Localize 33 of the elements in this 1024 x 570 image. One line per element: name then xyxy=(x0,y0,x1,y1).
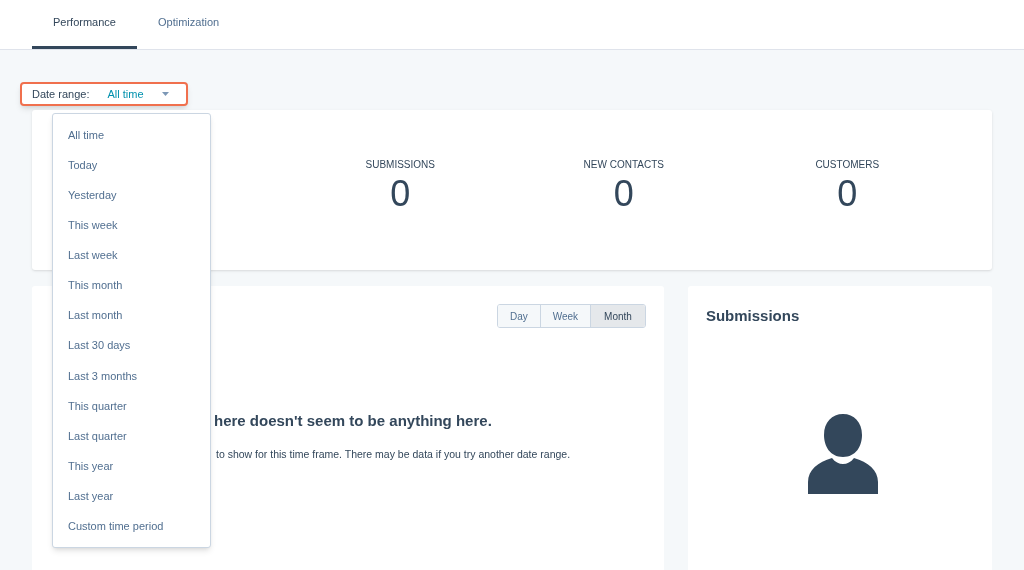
date-range-value: All time xyxy=(107,86,144,102)
caret-icon xyxy=(161,92,169,96)
date-range-label: Date range: xyxy=(32,86,90,102)
menu-item[interactable]: This year xyxy=(53,451,210,482)
menu-item[interactable]: Today xyxy=(53,150,210,181)
stat-value: 0 xyxy=(837,172,858,216)
menu-item[interactable]: This quarter xyxy=(53,390,210,421)
menu-item[interactable]: Yesterday xyxy=(53,180,210,211)
interval-button[interactable]: Day xyxy=(497,305,540,327)
person-icon xyxy=(807,413,878,494)
menu-item[interactable]: This week xyxy=(53,210,210,241)
menu-item[interactable]: This month xyxy=(53,270,210,301)
menu-item[interactable]: Last 3 months xyxy=(53,360,210,391)
stat-label: NEW CONTACTS xyxy=(583,158,664,172)
stat-value: 0 xyxy=(390,172,411,216)
menu-item[interactable]: Last 30 days xyxy=(53,330,210,361)
stat-value: 0 xyxy=(613,172,634,216)
menu-item[interactable]: All time xyxy=(53,120,210,151)
empty-state-text: to show for this time frame. There may be data if you try another date range. xyxy=(216,446,572,462)
menu-item[interactable]: Last quarter xyxy=(53,420,210,452)
menu-item[interactable]: Last year xyxy=(53,481,210,512)
menu-item[interactable]: Last month xyxy=(53,300,210,331)
stat-label: SUBMISSIONS xyxy=(365,158,435,172)
tab[interactable]: Performance xyxy=(32,0,137,49)
tab[interactable]: Optimization xyxy=(137,0,241,49)
card-title: Submissions xyxy=(705,306,801,326)
menu-item[interactable]: Last week xyxy=(53,240,210,271)
interval-button[interactable]: Week xyxy=(539,305,591,327)
empty-state-title: here doesn't seem to be anything here. xyxy=(214,411,493,431)
interval-button[interactable]: Month xyxy=(590,305,645,327)
menu-item[interactable]: Custom time period xyxy=(53,511,210,542)
date-range-button[interactable]: Date range: All time xyxy=(20,82,188,106)
stat-label: CUSTOMERS xyxy=(815,158,880,172)
